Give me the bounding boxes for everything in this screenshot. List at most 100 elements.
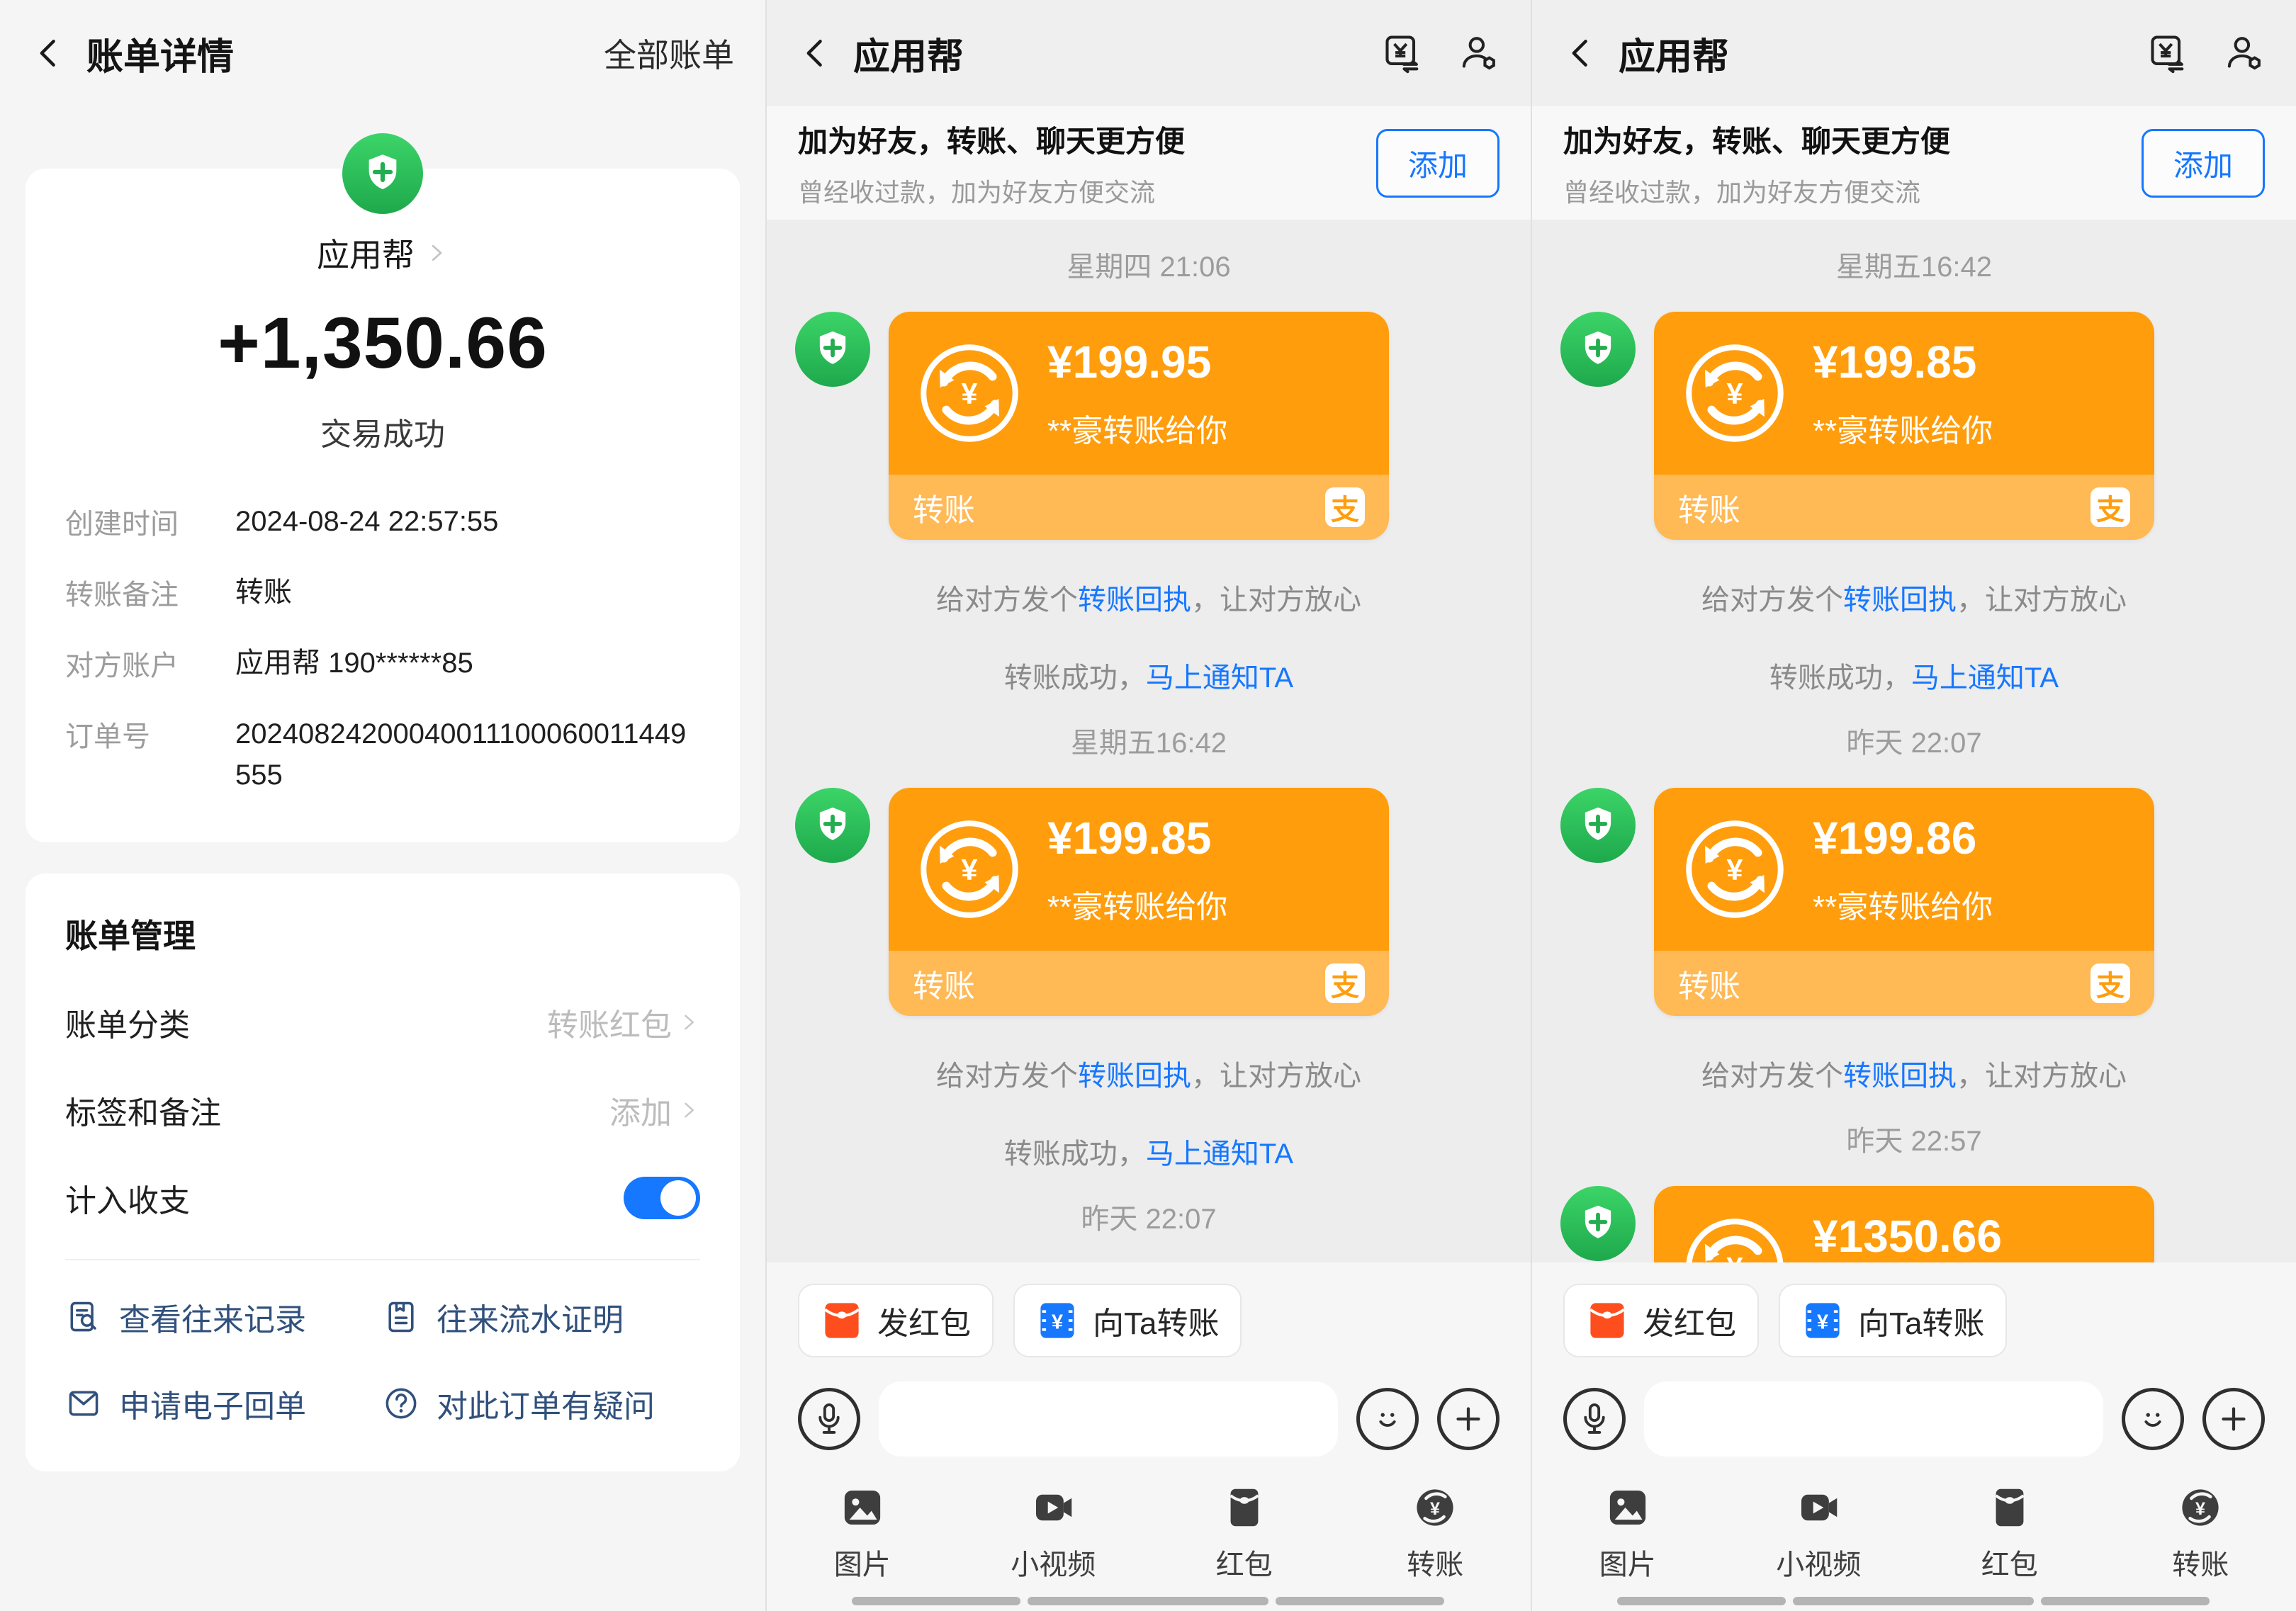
merchant-link[interactable]: 应用帮 [317,230,449,276]
manage-row-标签和备注[interactable]: 标签和备注添加 [65,1087,700,1133]
transfer-card-footer: 转账支 [889,475,1389,540]
input-row [1532,1381,2296,1457]
receipt-link[interactable]: 转账回执 [1078,584,1191,616]
add-friend-button[interactable]: 添加 [2142,129,2265,198]
add-friend-banner: 加为好友，转账、聊天更方便 曾经收过款，加为好友方便交流 添加 [1532,106,2296,220]
toolbar-item-小视频[interactable]: 小视频 [1723,1485,1915,1583]
manage-rows: 账单分类转账红包标签和备注添加计入收支 [65,1000,700,1221]
transfer-card[interactable]: ¥¥199.85**豪转账给你转账支 [1654,312,2154,540]
message-input[interactable] [1644,1381,2103,1457]
manage-row-计入收支[interactable]: 计入收支 [65,1175,700,1221]
bill-detail-screen: 账单详情 全部账单 应用帮 +1,350.66 交易成功 创建时间2024-08… [0,0,765,1611]
toolbar-item-小视频[interactable]: 小视频 [958,1485,1149,1583]
receipt-link[interactable]: 转账回执 [1843,584,1957,616]
notify-link[interactable]: 马上通知TA [1911,662,2059,694]
transfer-card-footer: 转账支 [889,951,1389,1016]
sender-avatar[interactable] [795,788,870,863]
transfer-card[interactable]: ¥¥199.86**豪转账给你转账支 [1654,788,2154,1016]
manage-label: 计入收支 [65,1175,624,1221]
video-icon [1796,1485,1841,1530]
chat-header: 应用帮 [767,0,1531,106]
transfer-note: **豪转账给你 [1047,405,1227,451]
contact-profile-icon[interactable] [2222,32,2265,74]
chevron-right-icon [677,1011,700,1034]
sender-avatar[interactable] [1560,312,1636,387]
bill-link-查看往来记录[interactable]: 查看往来记录 [65,1294,383,1340]
transaction-records-icon[interactable] [1382,32,1424,74]
svg-text:¥: ¥ [1726,377,1743,410]
transfer-ring-icon: ¥ [1682,817,1787,922]
toolbar-item-红包[interactable]: 红包 [1149,1485,1340,1583]
back-icon[interactable] [798,35,835,72]
transfer-blue-icon: ¥ [1036,1299,1079,1342]
toolbar-item-图片[interactable]: 图片 [767,1485,958,1583]
voice-icon[interactable] [798,1388,860,1450]
emoji-icon[interactable] [2122,1388,2184,1450]
receipt-hint: 给对方发个转账回执，让对方放心 [1532,577,2296,618]
message-input[interactable] [879,1381,1338,1457]
transfer-ring-icon: ¥ [917,341,1022,446]
back-icon[interactable] [31,35,68,72]
bill-link-往来流水证明[interactable]: 往来流水证明 [383,1294,700,1340]
sender-avatar[interactable] [1560,1186,1636,1261]
bill-link-对此订单有疑问[interactable]: 对此订单有疑问 [383,1381,700,1426]
receipt-link[interactable]: 转账回执 [1843,1061,1957,1092]
toggle-on[interactable] [624,1177,700,1219]
send-redpacket-button[interactable]: 发红包 [798,1284,994,1357]
transfer-footer-label: 转账 [913,485,1325,530]
quick-actions: 发红包 ¥ 向Ta转账 [767,1262,1531,1357]
doc-search-icon [65,1299,102,1335]
svg-text:¥: ¥ [961,853,977,886]
chat-screen-2: 应用帮 加为好友，转账、聊天更方便 曾经收过款，加为好友方便交流 添加 星期五1… [1531,0,2296,1611]
all-bills-link[interactable]: 全部账单 [604,30,734,77]
transfer-message: ¥¥199.86**豪转账给你转账支 [1532,788,2296,1016]
plus-icon[interactable] [1437,1388,1499,1450]
transfer-to-button[interactable]: ¥ 向Ta转账 [1013,1284,1242,1357]
manage-label: 账单分类 [65,1000,547,1045]
plus-icon[interactable] [2202,1388,2265,1450]
banner-subtitle: 曾经收过款，加为好友方便交流 [1563,172,2142,209]
toolbar-item-红包[interactable]: 红包 [1914,1485,2105,1583]
transfer-card-footer: 转账支 [1654,951,2154,1016]
info-label: 转账备注 [65,572,235,613]
redpacket-icon [821,1299,863,1342]
notify-link[interactable]: 马上通知TA [1146,1138,1293,1170]
chat-title: 应用帮 [1619,27,1729,80]
quick-actions: 发红包 ¥ 向Ta转账 [1532,1262,2296,1357]
notify-link[interactable]: 马上通知TA [1146,662,1293,694]
sender-avatar[interactable] [795,312,870,387]
toolbar-item-转账[interactable]: ¥转账 [2105,1485,2296,1583]
receipt-hint: 给对方发个转账回执，让对方放心 [767,577,1531,618]
toolbar-item-转账[interactable]: ¥转账 [1340,1485,1531,1583]
transfer-note: **豪转账给你 [1813,405,1993,451]
receipt-hint: 给对方发个转账回执，让对方放心 [767,1053,1531,1094]
transfer-amount: ¥199.95 [1047,336,1227,388]
receipt-link[interactable]: 转账回执 [1078,1061,1191,1092]
video-icon [1030,1485,1076,1530]
manage-row-账单分类[interactable]: 账单分类转账红包 [65,1000,700,1045]
add-friend-button[interactable]: 添加 [1376,129,1499,198]
manage-value: 添加 [609,1087,672,1133]
merchant-name: 应用帮 [317,230,415,276]
chat-timestamp: 星期五16:42 [1532,244,2296,285]
transfer-message: ¥¥199.85**豪转账给你转账支 [767,788,1531,1016]
toolbar-item-图片[interactable]: 图片 [1532,1485,1723,1583]
bill-header: 账单详情 全部账单 [0,0,765,106]
transaction-status: 交易成功 [26,409,740,454]
emoji-icon[interactable] [1356,1388,1419,1450]
sender-avatar[interactable] [1560,788,1636,863]
transfer-to-button[interactable]: ¥ 向Ta转账 [1779,1284,2007,1357]
voice-icon[interactable] [1563,1388,1626,1450]
send-redpacket-button[interactable]: 发红包 [1563,1284,1759,1357]
transaction-records-icon[interactable] [2147,32,2190,74]
page-title: 账单详情 [86,27,234,80]
transfer-card[interactable]: ¥¥199.85**豪转账给你转账支 [889,788,1389,1016]
svg-text:¥: ¥ [1430,1499,1440,1519]
transfer-card[interactable]: ¥ ¥199.95 **豪转账给你转账支 [889,312,1389,540]
back-icon[interactable] [1563,35,1600,72]
bill-link-申请电子回单[interactable]: 申请电子回单 [65,1381,383,1426]
chat-title: 应用帮 [853,27,964,80]
redpacket-icon [1987,1485,2032,1530]
contact-profile-icon[interactable] [1457,32,1499,74]
chat-timestamp: 昨天 22:07 [1532,720,2296,761]
